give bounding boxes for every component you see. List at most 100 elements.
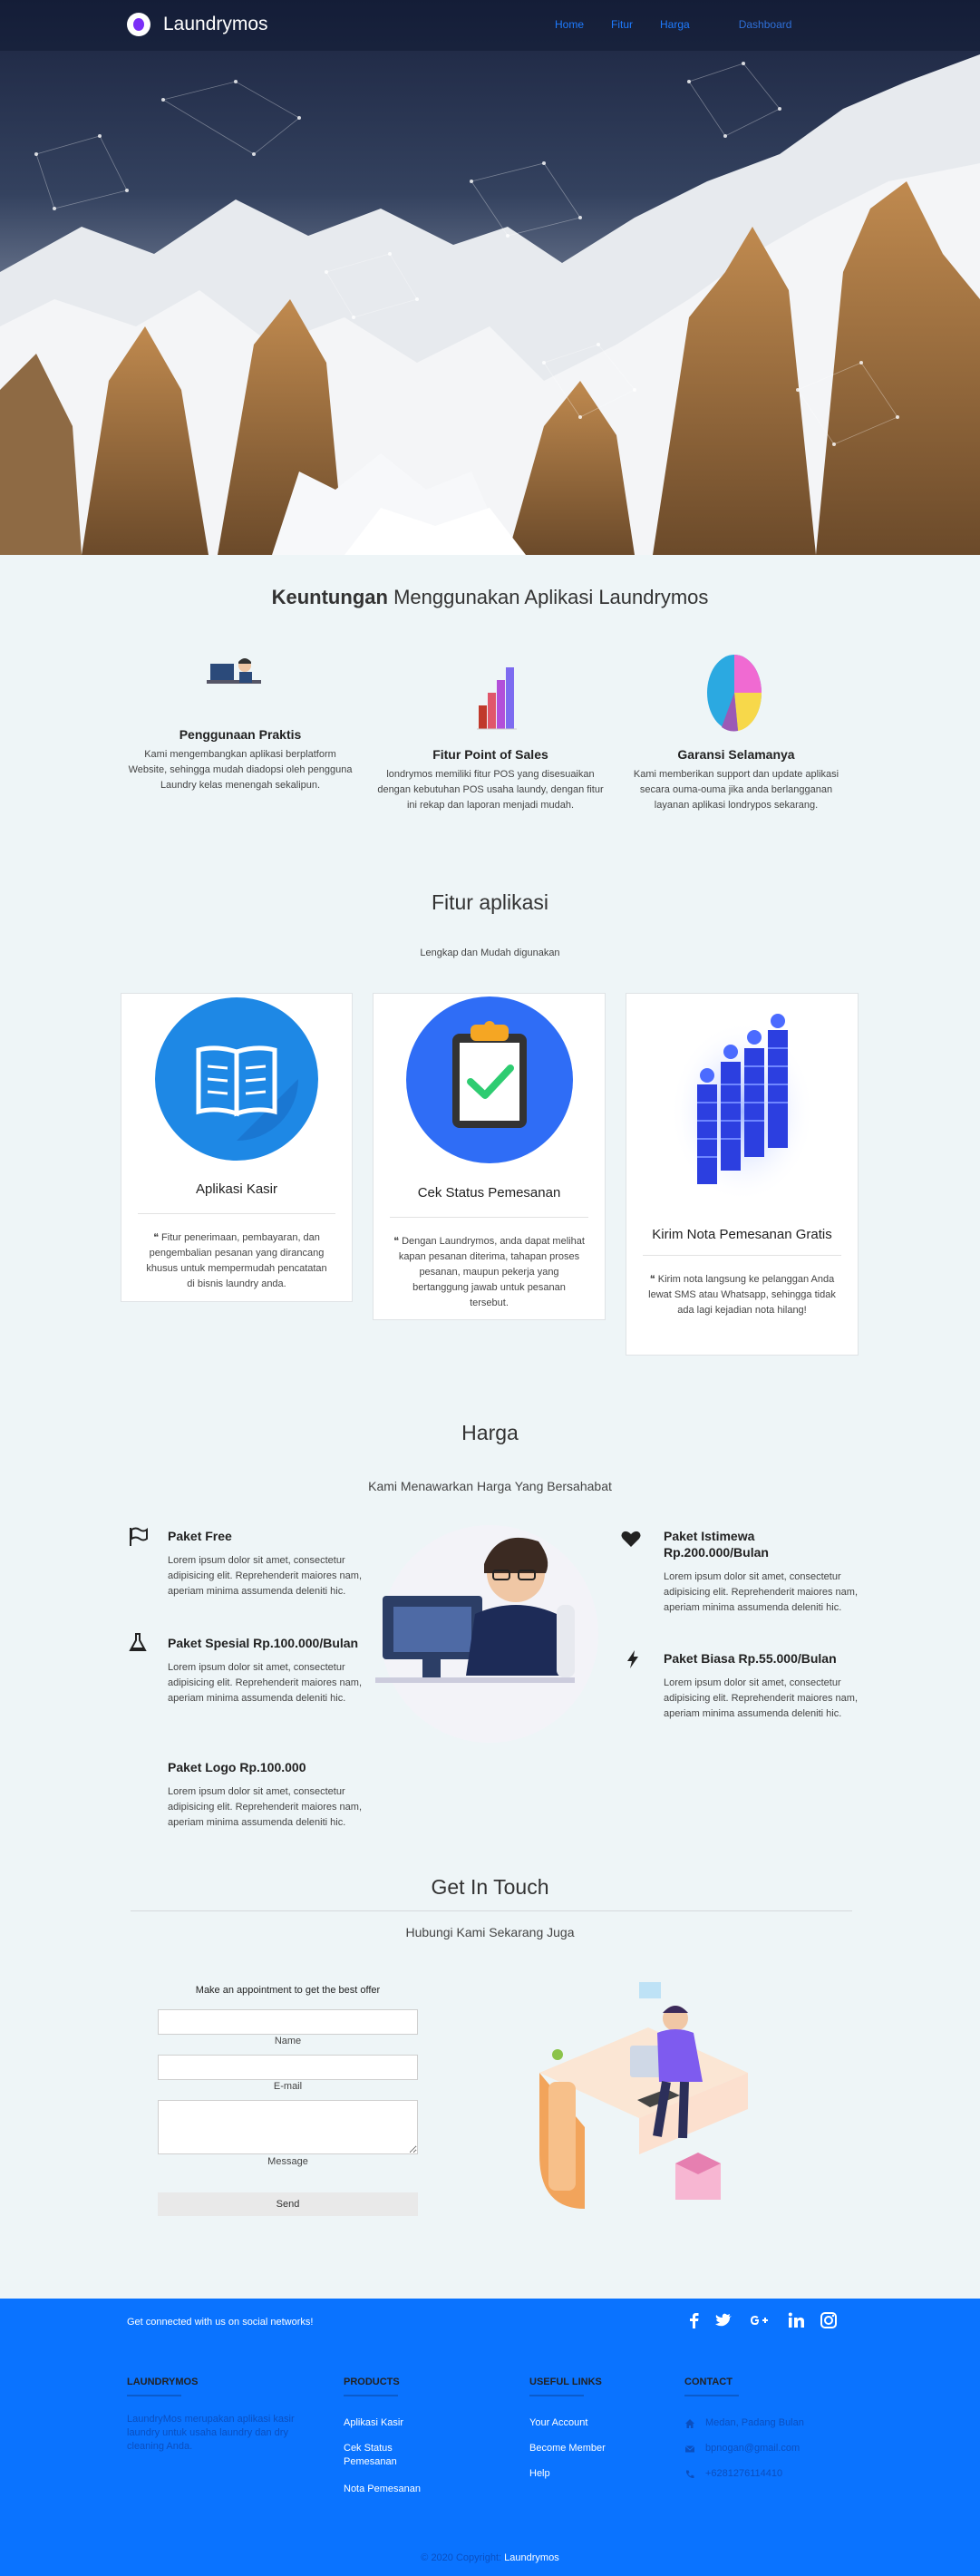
office-worker-illustration	[207, 658, 261, 684]
send-button[interactable]: Send	[158, 2192, 418, 2216]
features-title: Fitur aplikasi	[431, 890, 549, 914]
facebook-icon[interactable]	[684, 2310, 703, 2330]
envelope-icon	[684, 2443, 695, 2459]
flag-icon	[127, 1526, 150, 1550]
book-icon	[155, 997, 318, 1161]
plan-name: Paket Logo Rp.100.000	[168, 1760, 306, 1774]
benefits-title-rest: Menggunakan Aplikasi Laundrymos	[393, 586, 709, 608]
footer-col2-head: PRODUCTS	[344, 2377, 400, 2396]
copyright: © 2020 Copyright: Laundrymos	[0, 2552, 980, 2563]
benefit-card: Penggunaan Praktis Kami mengembangkan ap…	[127, 727, 354, 793]
benefit-card: Fitur Point of Sales londrymos memiliki …	[377, 747, 604, 813]
workspace-illustration	[539, 1982, 748, 2209]
mountain-scene-image	[0, 0, 980, 555]
footer-link-status[interactable]: Cek Status Pemesanan	[344, 2442, 416, 2469]
hero-banner: Laundrymos Home Fitur Harga Dashboard	[0, 0, 980, 555]
plan-logo: Paket Logo Rp.100.000 Lorem ipsum dolor …	[168, 1759, 363, 1831]
nav-link-dashboard[interactable]: Dashboard	[739, 18, 792, 31]
divider	[390, 1217, 588, 1218]
plan-text: Lorem ipsum dolor sit amet, consectetur …	[168, 1786, 362, 1828]
google-plus-icon[interactable]	[747, 2310, 776, 2330]
form-heading: Make an appointment to get the best offe…	[195, 1985, 381, 1996]
clipboard-check-icon	[405, 996, 573, 1163]
pricing-title: Harga	[461, 1421, 519, 1444]
name-label: Name	[274, 2036, 302, 2046]
navbar: Laundrymos Home Fitur Harga Dashboard	[0, 0, 980, 51]
linkedin-icon[interactable]	[786, 2310, 806, 2330]
twitter-icon[interactable]	[713, 2310, 733, 2330]
brand[interactable]: Laundrymos	[127, 13, 268, 36]
brand-name: Laundrymos	[163, 14, 268, 34]
home-icon	[684, 2417, 695, 2434]
nav-link-home[interactable]: Home	[555, 18, 584, 31]
contact-address: Medan, Padang Bulan	[705, 2417, 804, 2428]
nav-link-harga[interactable]: Harga	[660, 18, 690, 31]
plan-name: Paket Free	[168, 1529, 232, 1543]
divider	[643, 1255, 841, 1256]
footer-link-nota[interactable]: Nota Pemesanan	[344, 2483, 421, 2496]
plan-free: Paket Free Lorem ipsum dolor sit amet, c…	[168, 1528, 363, 1599]
feature-card-text: ❝ Dengan Laundrymos, anda dapat melihat …	[393, 1236, 585, 1308]
plan-text: Lorem ipsum dolor sit amet, consectetur …	[664, 1677, 858, 1719]
plan-text: Lorem ipsum dolor sit amet, consectetur …	[168, 1662, 362, 1704]
nav-links: Home Fitur Harga Dashboard	[555, 18, 819, 31]
nav-link-fitur[interactable]: Fitur	[611, 18, 633, 31]
footer-col3-head: USEFUL LINKS	[529, 2377, 602, 2396]
instagram-icon[interactable]	[819, 2310, 839, 2330]
contact-subtitle: Hubungi Kami Sekarang Juga	[405, 1925, 575, 1939]
bar-chart-3d-icon	[477, 667, 517, 730]
pie-chart-3d-icon	[707, 655, 762, 732]
benefits-title-bold: Keuntungan	[271, 586, 388, 608]
message-label: Message	[267, 2156, 308, 2167]
plan-name: Paket Biasa Rp.55.000/Bulan	[664, 1651, 837, 1666]
benefits-title: Keuntungan Menggunakan Aplikasi Laundrym…	[0, 586, 980, 609]
benefit-title: Fitur Point of Sales	[432, 747, 548, 762]
contact-email: bpnogan@gmail.com	[705, 2443, 800, 2454]
phone-icon	[684, 2468, 695, 2484]
footer-link-member[interactable]: Become Member	[529, 2442, 606, 2455]
plan-name: Paket Spesial Rp.100.000/Bulan	[168, 1636, 359, 1650]
footer-col3-title: USEFUL LINKS	[529, 2377, 602, 2387]
footer-col4-title: CONTACT	[684, 2377, 733, 2387]
footer-link-help[interactable]: Help	[529, 2467, 550, 2481]
benefit-text: Kami mengembangkan aplikasi berplatform …	[128, 749, 353, 791]
benefit-text: londrymos memiliki fitur POS yang disesu…	[377, 769, 604, 811]
plan-istimewa: Paket Istimewa Rp.200.000/Bulan Lorem ip…	[664, 1528, 859, 1616]
plan-text: Lorem ipsum dolor sit amet, consectetur …	[664, 1571, 858, 1613]
plan-name: Paket Istimewa Rp.200.000/Bulan	[664, 1529, 769, 1560]
feature-card-title: Cek Status Pemesanan	[417, 1185, 561, 1201]
bolt-icon	[622, 1648, 645, 1672]
email-input[interactable]	[158, 2055, 418, 2080]
divider	[138, 1213, 335, 1214]
benefit-text: Kami memberikan support dan update aplik…	[633, 769, 839, 811]
feature-card-title: Kirim Nota Pemesanan Gratis	[652, 1227, 832, 1242]
isometric-bars-icon	[669, 1014, 815, 1202]
copyright-brand-link[interactable]: Laundrymos	[504, 2552, 559, 2563]
benefit-card: Garansi Selamanya Kami memberikan suppor…	[623, 747, 849, 813]
plan-spesial: Paket Spesial Rp.100.000/Bulan Lorem ips…	[168, 1635, 363, 1706]
copyright-prefix: © 2020 Copyright:	[421, 2552, 502, 2563]
plan-biasa: Paket Biasa Rp.55.000/Bulan Lorem ipsum …	[664, 1650, 859, 1722]
contact-divider	[131, 1910, 852, 1911]
flask-icon	[127, 1632, 150, 1656]
message-textarea[interactable]	[158, 2100, 418, 2154]
footer-link-account[interactable]: Your Account	[529, 2416, 587, 2430]
footer-col1-title: LAUNDRYMOS	[127, 2377, 199, 2387]
brand-logo-icon	[127, 13, 150, 36]
name-input[interactable]	[158, 2009, 418, 2035]
footer-col4-rule	[684, 2395, 739, 2396]
email-label: E-mail	[273, 2081, 303, 2092]
feature-card-status: Cek Status Pemesanan ❝ Dengan Laundrymos…	[373, 993, 606, 1320]
pricing-subtitle: Kami Menawarkan Harga Yang Bersahabat	[368, 1479, 612, 1493]
footer-col1-head: LAUNDRYMOS	[127, 2377, 198, 2396]
contact-phone: +6281276114410	[705, 2468, 783, 2479]
footer-col2-rule	[344, 2395, 398, 2396]
footer-col3-rule	[529, 2395, 584, 2396]
social-text: Get connected with us on social networks…	[127, 2317, 314, 2328]
feature-card-text: ❝ Kirim nota langsung ke pelanggan Anda …	[648, 1274, 836, 1316]
footer-link-kasir[interactable]: Aplikasi Kasir	[344, 2416, 403, 2430]
feature-card-text: ❝ Fitur penerimaan, pembayaran, dan peng…	[146, 1232, 327, 1289]
footer-col4-head: CONTACT	[684, 2377, 739, 2396]
contact-title: Get In Touch	[431, 1875, 549, 1899]
heart-icon	[620, 1528, 644, 1551]
